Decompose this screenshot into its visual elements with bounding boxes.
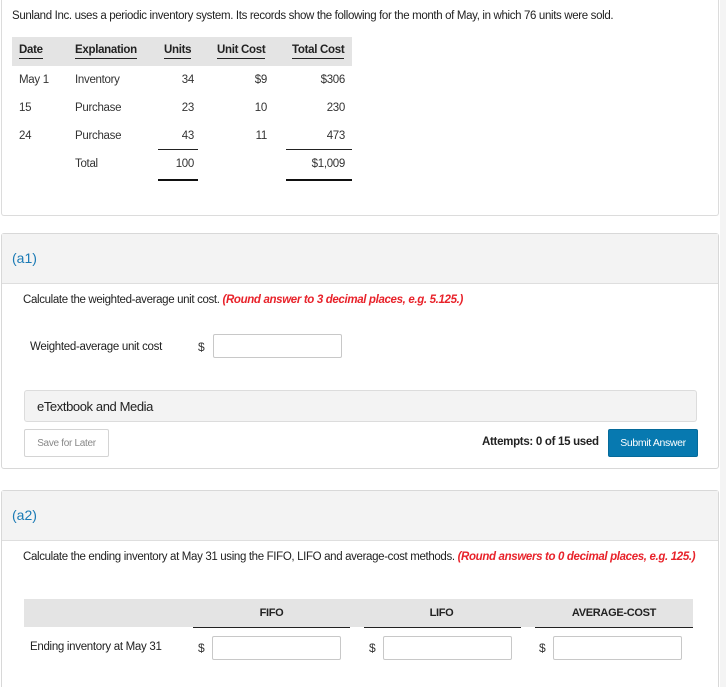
part-a1-prompt: Calculate the weighted-average unit cost… — [23, 293, 463, 308]
part-a2-label: (a2) — [12, 507, 37, 523]
average-cost-header-rule — [535, 627, 693, 628]
cell-total-cost-sum: $1,009 — [311, 158, 346, 170]
cell-date: 15 — [19, 102, 32, 114]
lifo-header-rule — [364, 627, 521, 628]
total-rule-total — [286, 179, 352, 181]
header-average-cost: AVERAGE-COST — [571, 607, 657, 619]
fifo-currency-symbol: $ — [198, 641, 205, 655]
part-a1-prompt-text: Calculate the weighted-average unit cost… — [23, 294, 220, 306]
average-cost-input[interactable] — [553, 636, 682, 660]
cell-date: 24 — [19, 130, 32, 142]
cell-unit-cost: 11 — [255, 130, 268, 142]
cell-explanation: Inventory — [75, 74, 120, 86]
cell-units: 23 — [181, 102, 195, 114]
table-row: 15 Purchase 23 10 230 — [12, 94, 352, 122]
weighted-average-label: Weighted-average unit cost — [30, 341, 162, 353]
lifo-input[interactable] — [383, 636, 512, 660]
cell-explanation: Purchase — [75, 102, 122, 114]
weighted-average-input[interactable] — [213, 334, 342, 358]
cell-total-cost: 230 — [326, 102, 346, 114]
part-a2-panel: (a2) Calculate the ending inventory at M… — [1, 490, 719, 687]
scrollbar[interactable] — [720, 0, 726, 687]
fifo-input[interactable] — [212, 636, 341, 660]
cell-units: 43 — [181, 130, 195, 142]
lifo-currency-symbol: $ — [369, 641, 376, 655]
part-a1-label: (a1) — [12, 250, 37, 266]
header-date: Date — [19, 44, 43, 59]
header-units: Units — [164, 44, 192, 59]
method-table-header: FIFO LIFO AVERAGE-COST — [24, 599, 693, 627]
cell-total-units: 100 — [175, 158, 195, 170]
inventory-table: Date Explanation Units Unit Cost Total C… — [12, 37, 352, 181]
part-a2-prompt-text: Calculate the ending inventory at May 31… — [23, 551, 455, 563]
part-a1-header: (a1) — [2, 234, 718, 284]
header-lifo: LIFO — [429, 607, 454, 619]
currency-symbol: $ — [198, 340, 205, 354]
inventory-table-header: Date Explanation Units Unit Cost Total C… — [12, 37, 352, 66]
header-explanation: Explanation — [75, 44, 137, 59]
cell-total-cost: $306 — [320, 74, 346, 86]
part-a2-hint: (Round answers to 0 decimal places, e.g.… — [457, 551, 696, 563]
table-row: 24 Purchase 43 11 473 — [12, 122, 352, 150]
fifo-header-rule — [193, 627, 350, 628]
part-a2-header: (a2) — [2, 491, 718, 541]
average-cost-currency-symbol: $ — [539, 641, 546, 655]
page: Sunland Inc. uses a periodic inventory s… — [0, 0, 726, 687]
part-a1-panel: (a1) Calculate the weighted-average unit… — [1, 233, 719, 469]
cell-unit-cost: 10 — [254, 102, 268, 114]
cell-total-label: Total — [75, 158, 98, 170]
header-total-cost: Total Cost — [292, 44, 345, 59]
submit-answer-button[interactable]: Submit Answer — [608, 429, 698, 457]
ending-inventory-label: Ending inventory at May 31 — [30, 641, 162, 653]
header-unit-cost: Unit Cost — [217, 44, 266, 59]
cell-explanation: Purchase — [75, 130, 122, 142]
etextbook-media-toggle[interactable]: eTextbook and Media — [24, 390, 697, 422]
table-row-total: Total 100 $1,009 — [12, 150, 352, 181]
table-row: May 1 Inventory 34 $9 $306 — [12, 66, 352, 94]
cell-units: 34 — [181, 74, 195, 86]
header-fifo: FIFO — [259, 607, 284, 619]
cell-unit-cost: $9 — [254, 74, 268, 86]
cell-total-cost: 473 — [326, 130, 346, 142]
problem-intro: Sunland Inc. uses a periodic inventory s… — [12, 10, 614, 22]
total-rule-units — [158, 179, 198, 181]
part-a2-prompt: Calculate the ending inventory at May 31… — [23, 550, 703, 565]
etextbook-media-label: eTextbook and Media — [37, 399, 153, 414]
question-card: Sunland Inc. uses a periodic inventory s… — [1, 0, 719, 216]
cell-date: May 1 — [19, 74, 49, 86]
part-a1-hint: (Round answer to 3 decimal places, e.g. … — [222, 294, 463, 306]
attempts-counter: Attempts: 0 of 15 used — [482, 436, 599, 448]
save-for-later-button[interactable]: Save for Later — [24, 429, 109, 457]
